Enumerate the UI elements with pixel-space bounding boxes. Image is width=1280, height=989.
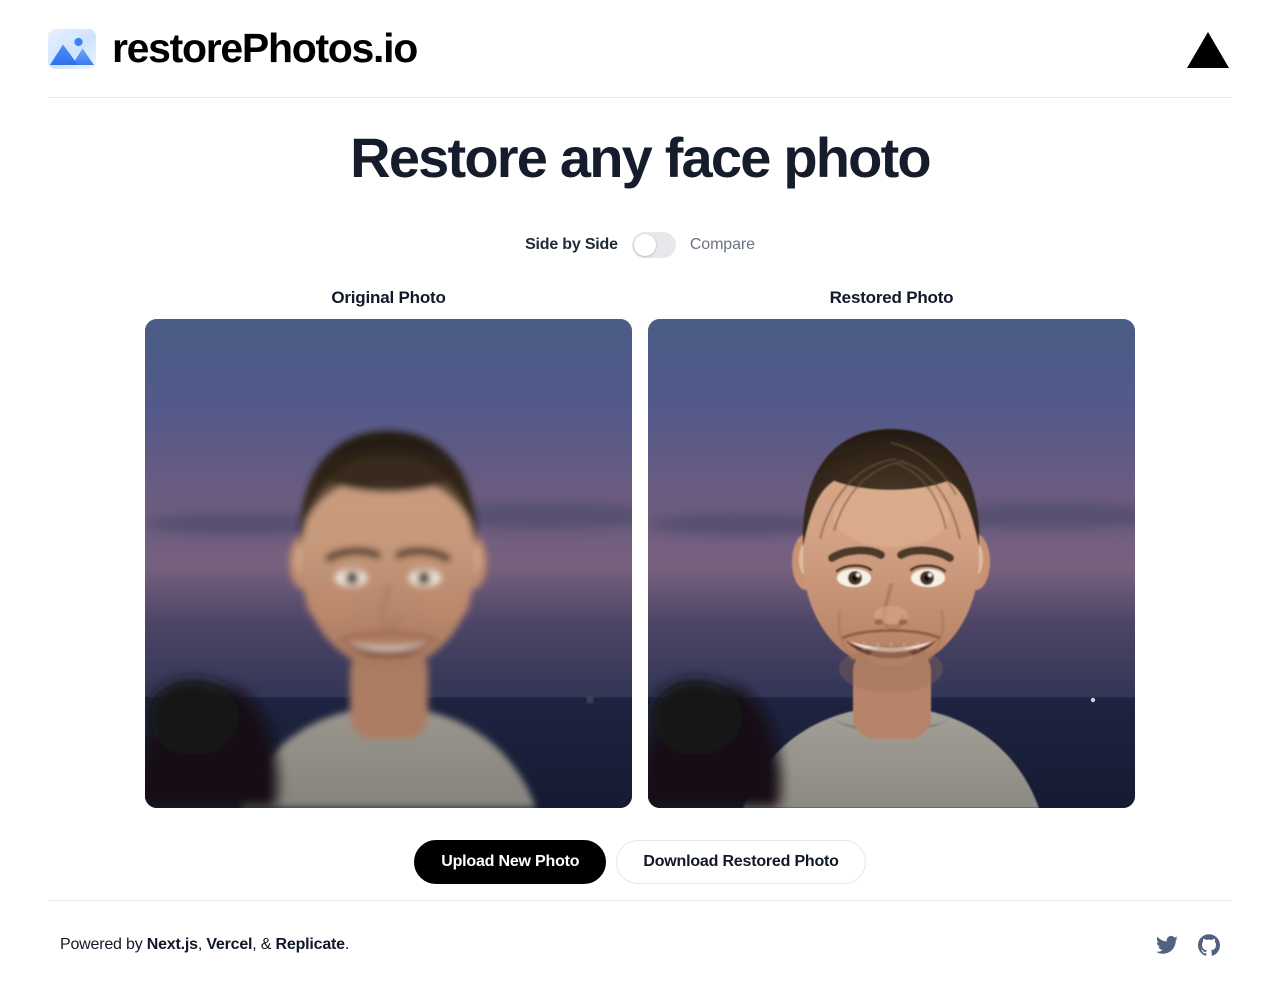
switch-knob bbox=[633, 233, 656, 256]
restored-photo-column: Restored Photo bbox=[648, 288, 1135, 808]
footer-social-links bbox=[1156, 934, 1220, 956]
toggle-label-compare: Compare bbox=[689, 235, 755, 253]
github-icon[interactable] bbox=[1198, 934, 1220, 956]
compare-mode-switch[interactable] bbox=[631, 231, 676, 258]
app-root: restorePhotos.io Restore any face photo … bbox=[0, 0, 1280, 989]
vercel-link[interactable]: Vercel bbox=[206, 936, 252, 953]
restored-photo[interactable] bbox=[648, 318, 1135, 808]
original-photo-column: Original Photo bbox=[145, 288, 632, 808]
twitter-icon[interactable] bbox=[1156, 934, 1178, 956]
restored-photo-caption: Restored Photo bbox=[829, 287, 954, 307]
brand-link[interactable]: restorePhotos.io bbox=[48, 25, 418, 71]
powered-by-suffix: . bbox=[344, 936, 350, 953]
photo-comparison-row: Original Photo Restored Photo bbox=[145, 288, 1135, 808]
view-mode-toggle-row: Side by Side Compare bbox=[525, 231, 755, 258]
original-photo[interactable] bbox=[145, 318, 632, 808]
main-content: Restore any face photo Side by Side Comp… bbox=[0, 98, 1280, 900]
replicate-link[interactable]: Replicate bbox=[276, 936, 346, 953]
footer-separator-2: , & bbox=[252, 936, 276, 953]
upload-new-photo-button[interactable]: Upload New Photo bbox=[414, 839, 607, 884]
photo-actions: Upload New Photo Download Restored Photo bbox=[414, 839, 866, 884]
original-photo-caption: Original Photo bbox=[331, 287, 446, 307]
brand-name: restorePhotos.io bbox=[112, 25, 418, 71]
vercel-triangle-icon[interactable] bbox=[1184, 27, 1232, 71]
powered-by-text: Powered by Next.js, Vercel, & Replicate. bbox=[60, 936, 349, 954]
photo-mountain-icon bbox=[48, 28, 96, 69]
site-footer: Powered by Next.js, Vercel, & Replicate. bbox=[0, 901, 1280, 989]
page-title: Restore any face photo bbox=[350, 126, 931, 189]
site-header: restorePhotos.io bbox=[0, 0, 1280, 97]
nextjs-link[interactable]: Next.js bbox=[147, 936, 198, 953]
toggle-label-side-by-side: Side by Side bbox=[525, 235, 618, 253]
download-restored-photo-button[interactable]: Download Restored Photo bbox=[616, 839, 866, 884]
powered-by-prefix: Powered by bbox=[60, 936, 147, 953]
